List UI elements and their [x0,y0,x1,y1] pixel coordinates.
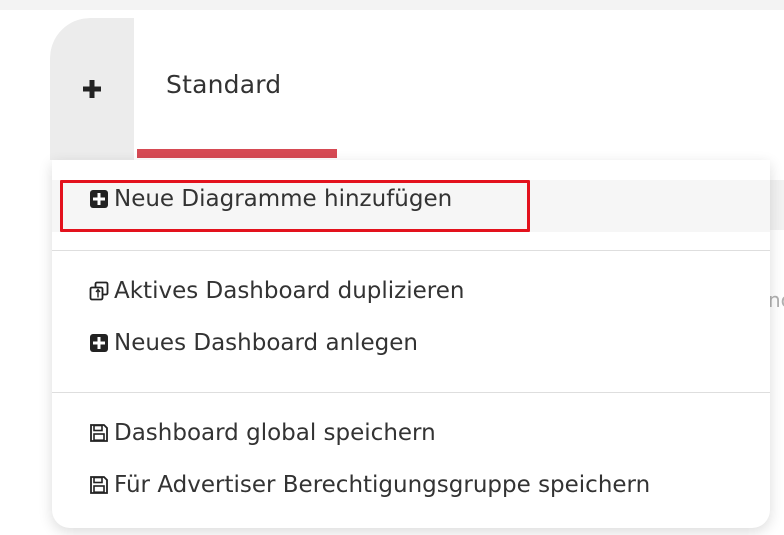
tab-standard[interactable]: Standard [166,70,281,99]
active-tab-indicator [137,149,337,158]
menu-item-label: Aktives Dashboard duplizieren [114,278,465,304]
add-tab-button[interactable] [50,18,134,160]
background-text-peek: nc [768,288,784,312]
top-background-strip [0,0,784,10]
plus-icon [82,79,102,99]
menu-item-save-global[interactable]: Dashboard global speichern [88,420,436,446]
save-icon [88,422,110,444]
dashboard-tab-bar: Standard [50,18,784,160]
menu-item-label: Neues Dashboard anlegen [114,330,419,356]
menu-item-new-dashboard[interactable]: Neues Dashboard anlegen [88,330,418,356]
plus-square-icon [88,332,110,354]
menu-divider [52,392,770,393]
save-icon [88,474,110,496]
copy-icon [88,280,110,302]
background-row-peek [770,180,784,230]
menu-item-label: Dashboard global speichern [114,420,436,446]
highlight-annotation-box [60,180,530,232]
app-root: nc Standard Neue Diagramme hinzufüge [0,0,784,535]
menu-divider [52,250,770,251]
menu-item-duplicate-dashboard[interactable]: Aktives Dashboard duplizieren [88,278,464,304]
menu-item-label: Für Advertiser Berechtigungsgruppe speic… [114,472,651,498]
dashboard-actions-menu: Neue Diagramme hinzufügen Aktives Dashbo… [52,160,770,528]
menu-item-save-advertiser-group[interactable]: Für Advertiser Berechtigungsgruppe speic… [88,472,650,498]
